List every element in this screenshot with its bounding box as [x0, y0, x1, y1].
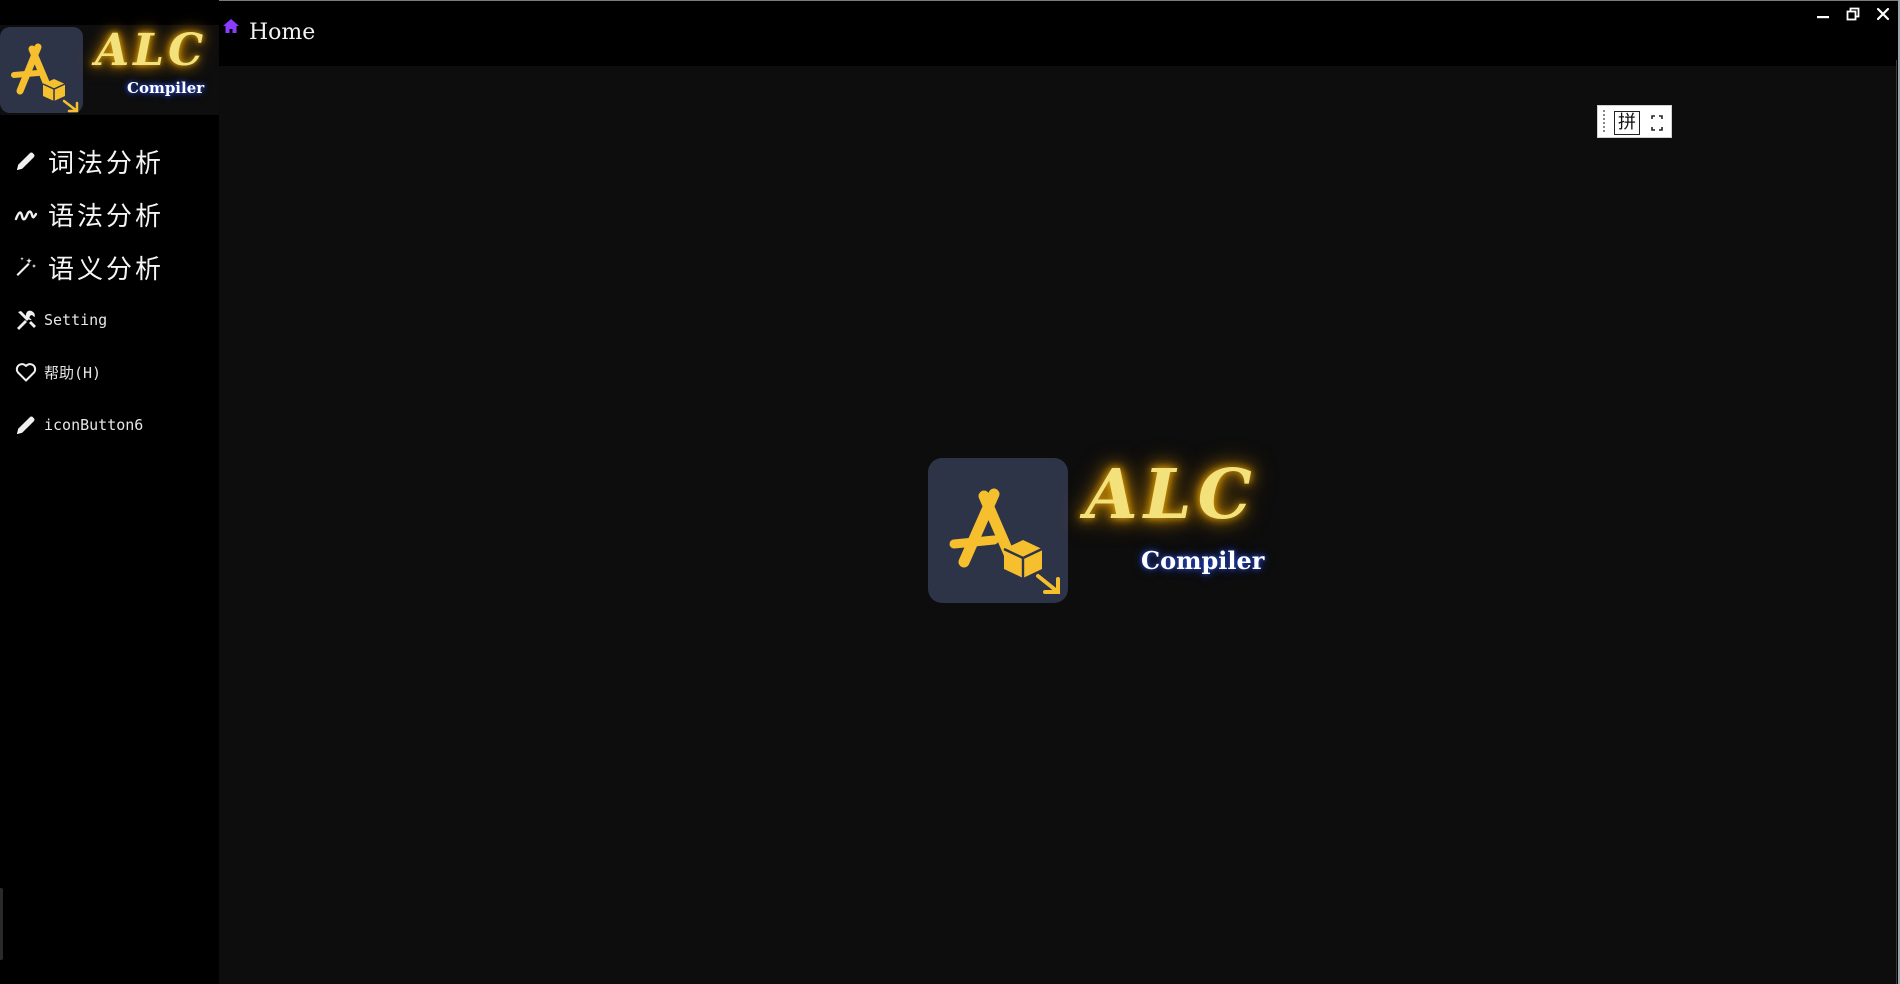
heart-icon	[13, 359, 39, 385]
sidebar-item-label: 词法分析	[48, 148, 165, 179]
minimize-button[interactable]	[1812, 3, 1834, 25]
sidebar-item-setting[interactable]: Setting	[0, 300, 219, 340]
center-brand-name: ALC	[1085, 455, 1258, 535]
sidebar-item-syntax-analysis[interactable]: 语法分析	[0, 194, 219, 234]
header-bar: Home	[219, 1, 1898, 66]
sidebar-item-label: 语法分析	[48, 201, 165, 232]
app-logo-icon	[949, 488, 1060, 594]
sidebar-item-semantic-analysis[interactable]: 语义分析	[0, 247, 219, 287]
sidebar-item-iconbutton6[interactable]: iconButton6	[0, 405, 219, 445]
center-logo	[928, 458, 1068, 603]
drag-handle-icon[interactable]	[1603, 110, 1605, 134]
ime-mode-button[interactable]: 拼	[1614, 111, 1640, 135]
sidebar: ALC Compiler 词法分析 语法分析 语义分析 Setting 帮助(H…	[0, 0, 219, 984]
window-controls	[1812, 3, 1894, 25]
close-icon	[1876, 7, 1890, 21]
sidebar-item-label: 语义分析	[48, 254, 165, 285]
sidebar-item-label: iconButton6	[44, 416, 144, 434]
sidebar-item-label: 帮助(H)	[44, 363, 102, 382]
restore-button[interactable]	[1842, 3, 1864, 25]
sidebar-brand: ALC Compiler	[0, 25, 219, 115]
app-logo-icon	[11, 43, 79, 113]
squiggle-icon	[13, 201, 39, 227]
pencil-icon	[13, 148, 39, 174]
pencil-icon	[13, 412, 39, 438]
sidebar-item-lexical-analysis[interactable]: 词法分析	[0, 141, 219, 181]
expand-icon[interactable]	[1649, 111, 1665, 135]
tools-icon	[13, 307, 39, 333]
minimize-icon	[1817, 16, 1829, 19]
home-icon[interactable]	[222, 17, 240, 35]
brand-name: ALC	[95, 25, 208, 76]
brand-subtitle: Compiler	[127, 79, 205, 97]
ime-toolbar[interactable]: 拼	[1597, 105, 1672, 138]
center-brand-subtitle: Compiler	[1141, 546, 1265, 575]
magic-wand-icon	[13, 254, 39, 280]
restore-icon	[1846, 7, 1860, 21]
sidebar-item-label: Setting	[44, 311, 108, 329]
sidebar-item-help[interactable]: 帮助(H)	[0, 352, 219, 392]
scrollbar-track[interactable]	[1896, 60, 1897, 984]
app-logo	[0, 27, 83, 113]
sidebar-collapse-handle[interactable]	[0, 888, 3, 960]
page-title: Home	[249, 20, 316, 45]
close-button[interactable]	[1872, 3, 1894, 25]
